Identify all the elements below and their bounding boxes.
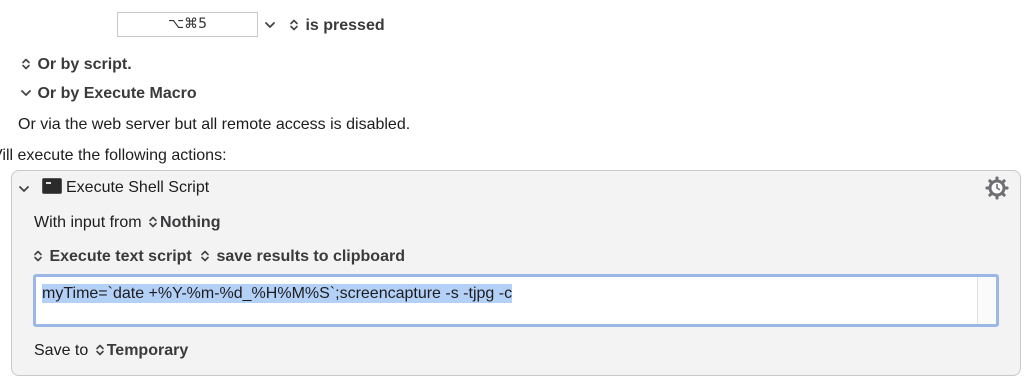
up-down-chevron-icon: [93, 343, 107, 357]
input-source-row: With input from Nothing: [34, 214, 220, 232]
script-scrollbar[interactable]: [977, 277, 996, 324]
up-down-chevron-icon: [198, 249, 212, 263]
up-down-chevron-icon: [19, 57, 33, 71]
or-by-execute-macro-label: Or by Execute Macro: [37, 85, 197, 102]
up-down-chevron-icon: [287, 18, 301, 32]
action-collapse-chevron-icon[interactable]: [17, 181, 31, 199]
or-by-execute-macro-toggle[interactable]: Or by Execute Macro: [19, 85, 197, 103]
input-source-value: Nothing: [160, 214, 221, 231]
input-source-select[interactable]: Nothing: [146, 214, 220, 231]
terminal-icon: [42, 178, 62, 194]
script-textarea[interactable]: myTime=`date +%Y-%m-%d_%H%M%S`;screencap…: [33, 274, 999, 327]
up-down-chevron-icon: [31, 249, 45, 263]
chevron-down-icon: [19, 86, 33, 100]
hotkey-condition-select[interactable]: is pressed: [287, 17, 385, 35]
execute-mode-select[interactable]: Execute text script: [31, 248, 192, 266]
hotkey-field[interactable]: ⌥⌘5: [117, 12, 258, 37]
save-to-label: Save to: [34, 342, 89, 359]
save-to-row: Save to Temporary: [34, 342, 188, 360]
actions-heading: Vill execute the following actions:: [0, 147, 227, 164]
or-by-script-label: Or by script.: [37, 56, 132, 73]
or-by-script-toggle[interactable]: Or by script.: [19, 56, 132, 74]
save-to-select[interactable]: Temporary: [93, 342, 189, 359]
action-title: Execute Shell Script: [66, 179, 210, 196]
up-down-chevron-icon: [146, 215, 160, 229]
hotkey-condition-label: is pressed: [305, 17, 385, 34]
result-mode-label: save results to clipboard: [216, 248, 405, 265]
result-mode-select[interactable]: save results to clipboard: [198, 248, 405, 266]
execute-mode-label: Execute text script: [49, 248, 192, 265]
input-source-label: With input from: [34, 214, 142, 231]
web-server-note: Or via the web server but all remote acc…: [18, 116, 411, 133]
script-text: myTime=`date +%Y-%m-%d_%H%M%S`;screencap…: [42, 284, 513, 303]
save-to-value: Temporary: [106, 342, 189, 359]
hotkey-dropdown-chevron-icon[interactable]: [263, 17, 277, 35]
gear-clock-icon[interactable]: [984, 175, 1010, 206]
